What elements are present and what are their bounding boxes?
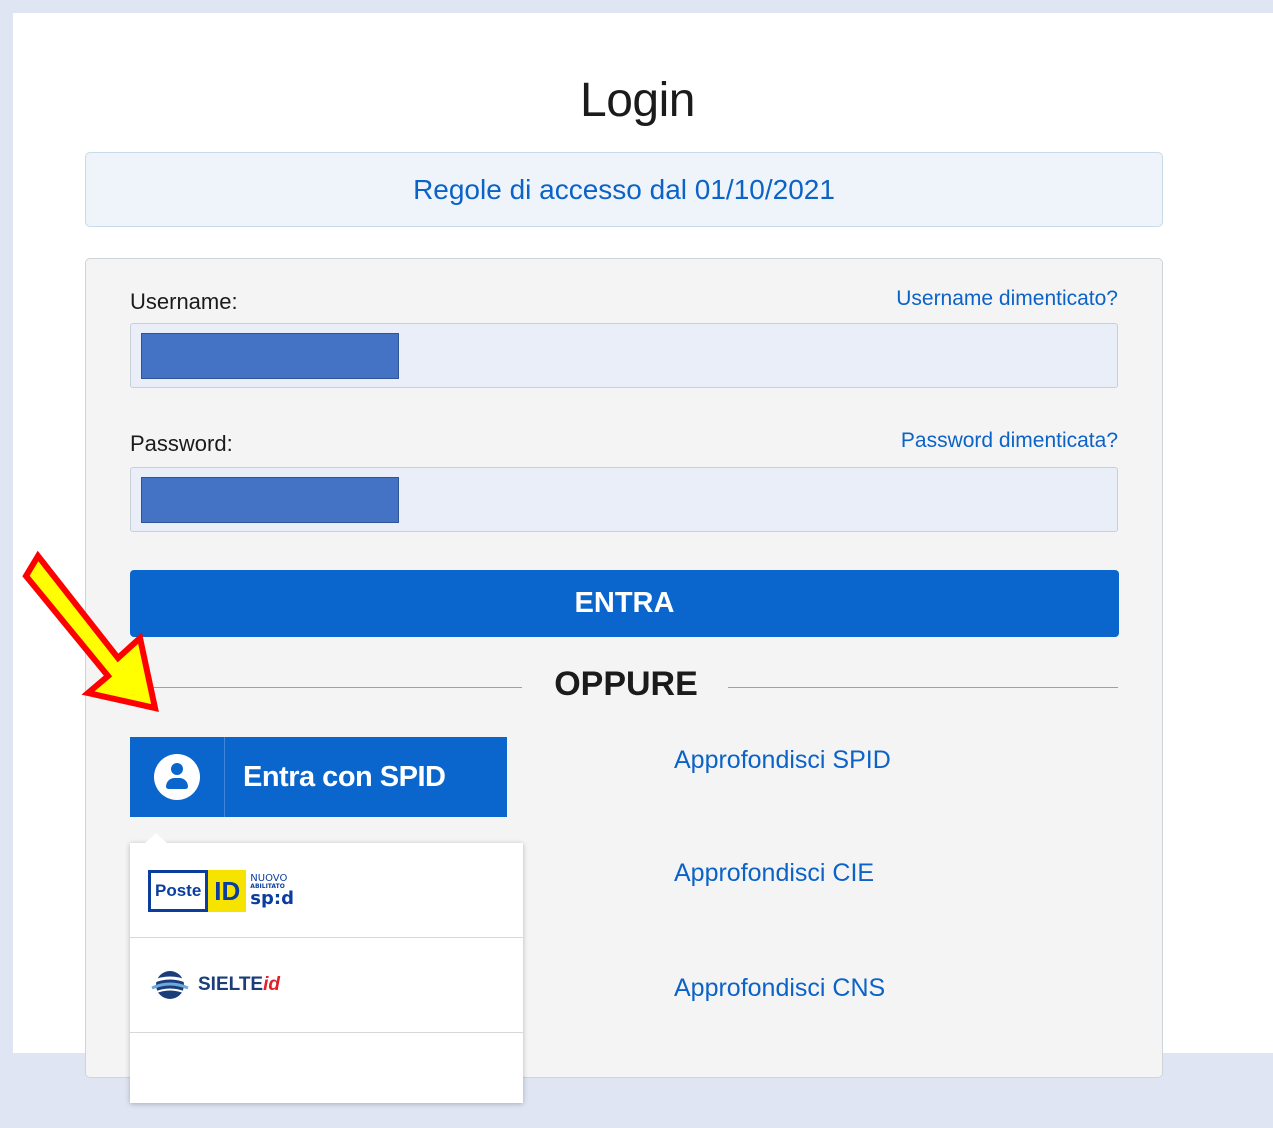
password-label: Password:: [130, 431, 233, 456]
username-input[interactable]: [130, 323, 1118, 388]
redacted-value: [141, 333, 399, 379]
dropdown-caret: [145, 833, 167, 843]
redacted-value: [141, 477, 399, 523]
login-button[interactable]: ENTRA: [130, 570, 1119, 637]
page-title: Login: [580, 74, 695, 127]
spid-icon-container: [130, 737, 225, 817]
learn-more-spid-link[interactable]: Approfondisci SPID: [674, 746, 891, 775]
password-input[interactable]: [130, 467, 1118, 532]
learn-more-cns-link[interactable]: Approfondisci CNS: [674, 974, 885, 1003]
spid-login-button[interactable]: Entra con SPID: [130, 737, 507, 817]
provider-poste-id[interactable]: Poste ID NUOVO ABILITATO sp:d: [130, 843, 523, 938]
poste-id-logo: Poste ID NUOVO ABILITATO sp:d: [148, 870, 294, 912]
separator-text: OPPURE: [554, 665, 698, 703]
access-rules-link[interactable]: Regole di accesso dal 01/10/2021: [413, 174, 835, 206]
learn-more-cie-link[interactable]: Approfondisci CIE: [674, 859, 874, 888]
spid-provider-dropdown: Poste ID NUOVO ABILITATO sp:d SIELTEid: [130, 833, 523, 1103]
username-forgot-link[interactable]: Username dimenticato?: [896, 287, 1118, 311]
login-panel: Username: Username dimenticato? Password…: [85, 258, 1163, 1103]
separator-line-left: [130, 687, 522, 688]
provider-next[interactable]: [130, 1033, 523, 1128]
spid-button-label: Entra con SPID: [243, 760, 446, 793]
sielte-id-logo: SIELTEid: [148, 970, 280, 1000]
sielte-wave-icon: [151, 971, 189, 999]
annotation-arrow-icon: [22, 550, 159, 712]
user-icon: [154, 754, 200, 800]
password-forgot-link[interactable]: Password dimenticata?: [901, 429, 1118, 453]
page: Login Regole di accesso dal 01/10/2021 U…: [13, 13, 1273, 1103]
username-label: Username:: [130, 289, 238, 314]
separator-line-right: [728, 687, 1118, 688]
access-rules-notice[interactable]: Regole di accesso dal 01/10/2021: [85, 152, 1163, 227]
